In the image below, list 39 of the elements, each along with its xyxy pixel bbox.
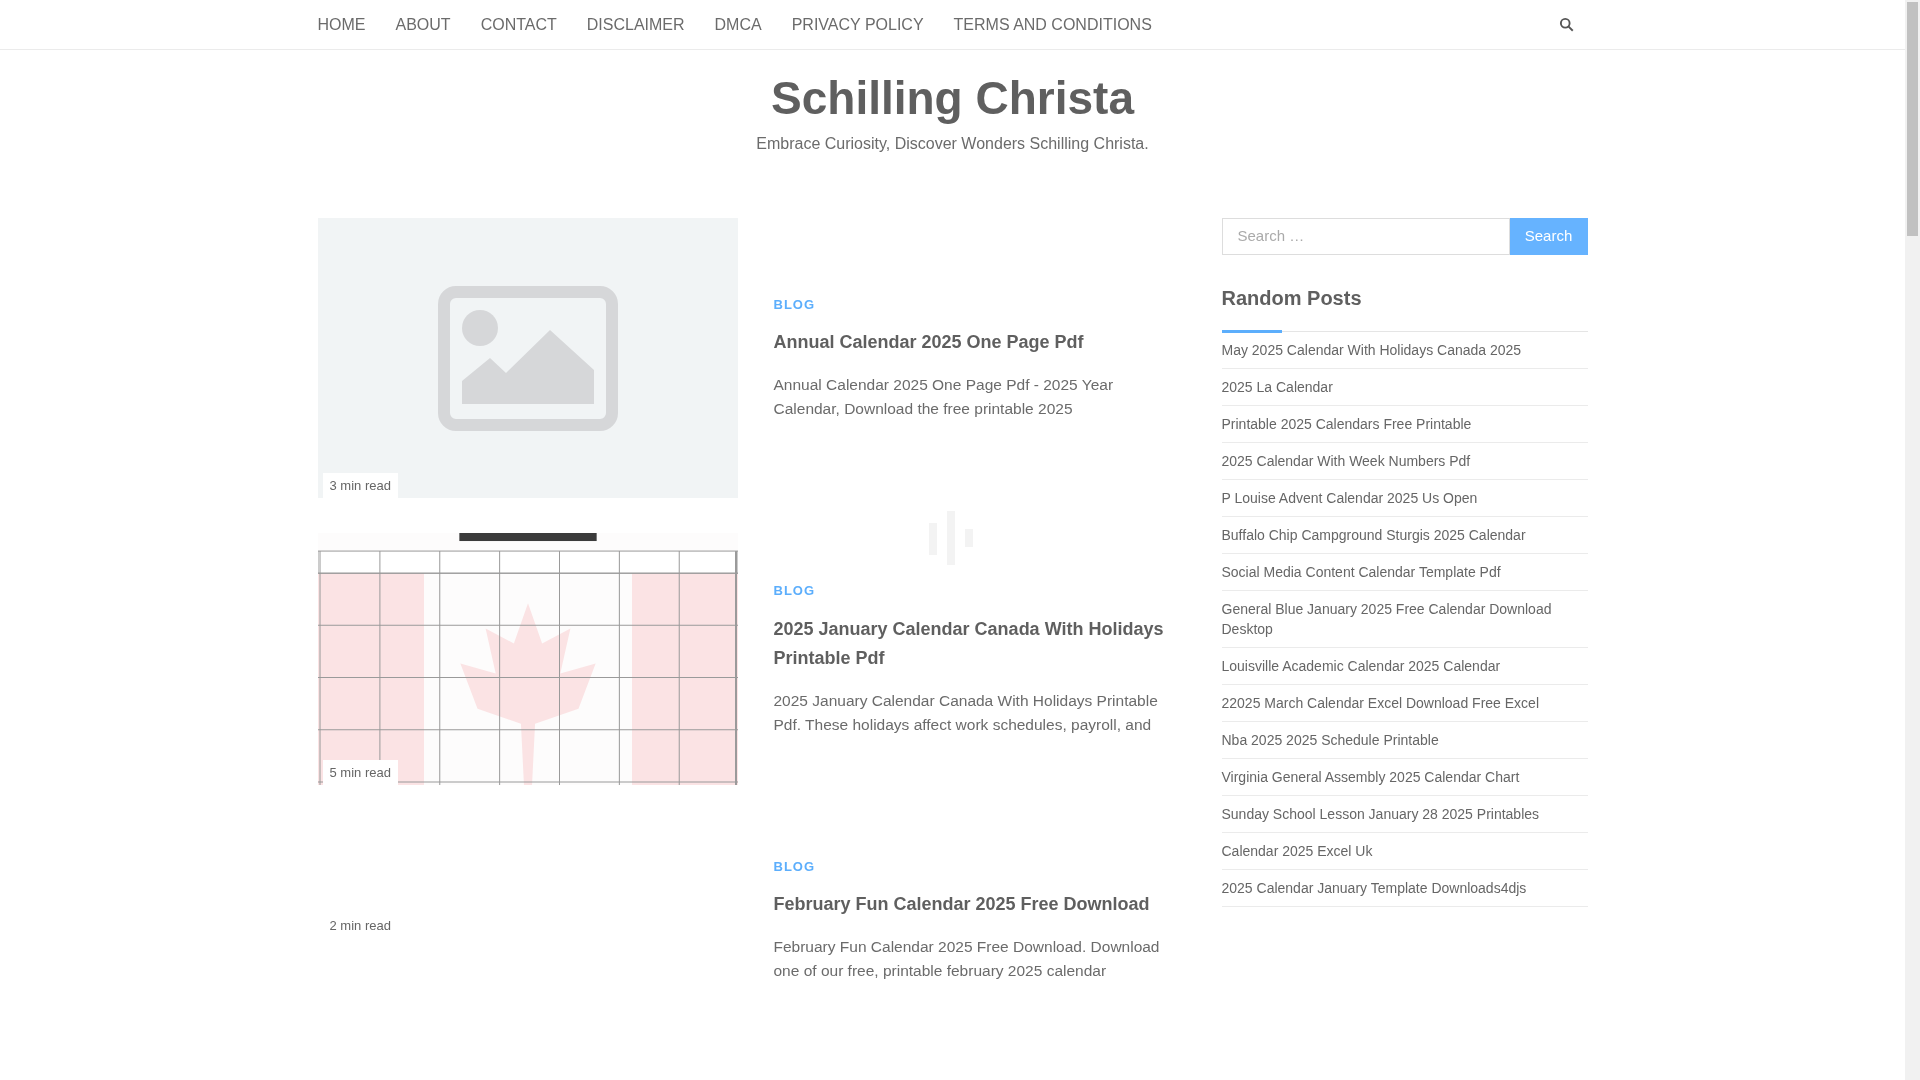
- nav-link[interactable]: TERMS AND CONDITIONS: [953, 12, 1152, 37]
- scrollbar-thumb[interactable]: [1907, 2, 1918, 236]
- random-post-link[interactable]: Calendar 2025 Excel Uk: [1221, 841, 1588, 861]
- random-post-link[interactable]: Social Media Content Calendar Template Pdf: [1221, 562, 1588, 582]
- random-post-link[interactable]: General Blue January 2025 Free Calendar Download Desktop: [1221, 599, 1588, 639]
- random-post-link[interactable]: Nba 2025 2025 Schedule Printable: [1221, 730, 1588, 750]
- random-post-link[interactable]: Sunday School Lesson January 28 2025 Printables: [1221, 804, 1588, 824]
- random-post-link[interactable]: P Louise Advent Calendar 2025 Us Open: [1221, 488, 1588, 508]
- random-post-link[interactable]: May 2025 Calendar With Holidays Canada 2025: [1221, 340, 1588, 360]
- post-title[interactable]: February Fun Calendar 2025 Free Download: [773, 890, 1169, 920]
- site-tagline: Embrace Curiosity, Discover Wonders Schilling Christa.: [756, 134, 1149, 154]
- post-title[interactable]: 2025 January Calendar Canada With Holidays Printable Pdf: [773, 614, 1169, 673]
- nav-link[interactable]: PRIVACY POLICY: [791, 12, 924, 37]
- random-post-link[interactable]: 2025 La Calendar: [1221, 377, 1588, 397]
- random-post-link[interactable]: Printable 2025 Calendars Free Printable: [1221, 414, 1588, 434]
- nav-link[interactable]: HOME: [317, 12, 366, 37]
- random-post-link[interactable]: 22025 March Calendar Excel Download Free Excel: [1221, 693, 1588, 713]
- search-icon[interactable]: [1558, 17, 1574, 32]
- nav-link[interactable]: ABOUT: [395, 12, 451, 37]
- random-post-link[interactable]: 2025 Calendar January Template Downloads4djs: [1221, 878, 1588, 898]
- post-title[interactable]: Annual Calendar 2025 One Page Pdf: [773, 328, 1169, 358]
- post-excerpt: 2025 January Calendar Canada With Holidays Printable Pdf. These holidays affect work schedules, payroll, and: [773, 690, 1159, 735]
- image-icon: [437, 285, 618, 431]
- read-time: 3 min read: [322, 472, 398, 498]
- post-excerpt: February Fun Calendar 2025 Free Download. Download one of our free, printable february 2025 calendar: [773, 937, 1161, 982]
- site-title[interactable]: Schilling Christa: [771, 68, 1134, 128]
- widget-heading: Random Posts: [1221, 286, 1363, 311]
- nav-link[interactable]: DMCA: [714, 12, 762, 37]
- heading-underline: [1221, 330, 1282, 333]
- random-post-link[interactable]: Louisville Academic Calendar 2025 Calendar: [1221, 656, 1588, 676]
- nav-link[interactable]: CONTACT: [480, 12, 557, 37]
- random-post-link[interactable]: 2025 Calendar With Week Numbers Pdf: [1221, 451, 1588, 471]
- random-post-link[interactable]: Virginia General Assembly 2025 Calendar Chart: [1221, 767, 1588, 787]
- random-post-link[interactable]: Buffalo Chip Campground Sturgis 2025 Calendar: [1221, 525, 1588, 545]
- post-excerpt: Annual Calendar 2025 One Page Pdf - 2025 Year Calendar, Download the free printable 2025: [773, 375, 1115, 420]
- nav-link[interactable]: DISCLAIMER: [586, 12, 685, 37]
- search-field[interactable]: Search …: [1221, 218, 1510, 255]
- read-time: 5 min read: [322, 759, 398, 785]
- scrollbar[interactable]: [1905, 0, 1920, 1080]
